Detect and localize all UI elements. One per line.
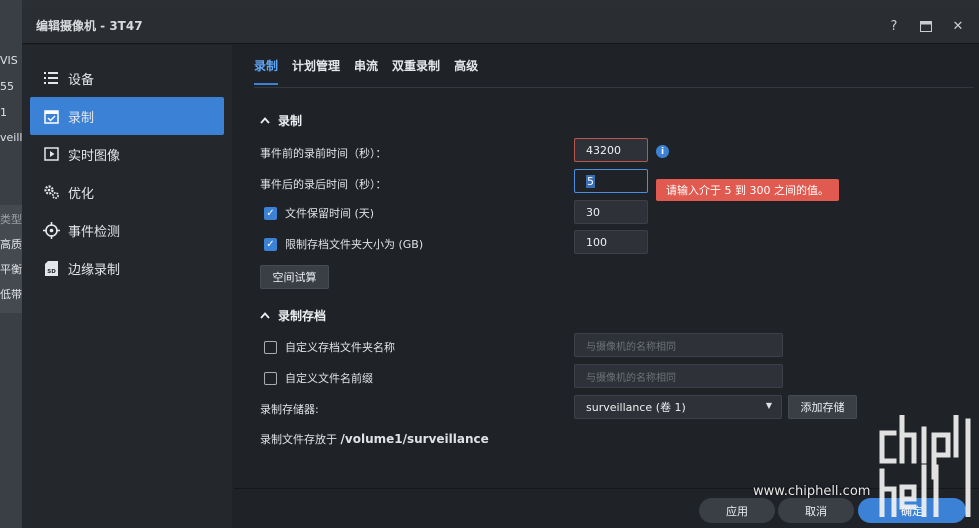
sidebar: 设备 录制 实时图像 优化 事件检测 SD 边缘录制 — [22, 45, 232, 528]
sidebar-item-label: 事件检测 — [68, 224, 121, 240]
section-title: 录制存档 — [278, 309, 327, 323]
sd-card-icon: SD — [40, 260, 62, 276]
sidebar-item-device[interactable]: 设备 — [22, 59, 232, 97]
bg-text-fragment: 1 — [0, 106, 7, 119]
custom-prefix-input[interactable]: 与摄像机的名称相同 — [574, 364, 783, 388]
sidebar-item-label: 实时图像 — [68, 148, 121, 164]
retention-label: 文件保留时间 (天) — [285, 207, 375, 220]
background-app-strip: VIS 55 1 veill 类型 高质 平衡 低带 — [0, 0, 22, 528]
tab-divider — [254, 87, 974, 88]
chevron-up-icon — [260, 117, 270, 124]
limit-size-checkbox[interactable]: ✓ — [264, 237, 277, 251]
archive-section-header[interactable]: 录制存档 — [260, 307, 326, 324]
record-section-header[interactable]: 录制 — [260, 112, 302, 129]
tab-stream[interactable]: 串流 — [354, 57, 378, 85]
section-title: 录制 — [278, 114, 303, 128]
bg-text-fragment: VIS — [0, 54, 18, 67]
limit-size-label: 限制存档文件夹大小为 (GB) — [285, 238, 424, 251]
list-icon — [40, 72, 62, 84]
sidebar-item-edge-recording[interactable]: SD 边缘录制 — [22, 249, 232, 287]
add-storage-button[interactable]: 添加存储 — [788, 395, 857, 419]
custom-prefix-label: 自定义文件名前缀 — [285, 372, 373, 385]
sidebar-item-recording[interactable]: 录制 — [30, 97, 224, 135]
sidebar-item-label: 录制 — [68, 110, 95, 126]
pre-event-value: 43200 — [586, 143, 621, 157]
custom-prefix-checkbox[interactable] — [264, 371, 277, 385]
post-event-label: 事件后的录后时间（秒）： — [260, 178, 387, 191]
space-estimate-button[interactable]: 空间试算 — [260, 265, 329, 289]
custom-folder-input[interactable]: 与摄像机的名称相同 — [574, 333, 783, 357]
chevron-up-icon — [260, 312, 270, 319]
pre-event-label: 事件前的录前时间（秒）： — [260, 147, 387, 160]
bg-text-fragment: 55 — [0, 80, 14, 93]
tab-advanced[interactable]: 高级 — [454, 57, 478, 85]
sidebar-item-label: 设备 — [68, 72, 95, 88]
tab-recording[interactable]: 录制 — [254, 57, 279, 85]
help-icon[interactable]: ? — [883, 16, 905, 36]
svg-text:SD: SD — [47, 269, 56, 275]
custom-prefix-row: 自定义文件名前缀 — [264, 370, 373, 386]
retention-row: ✓ 文件保留时间 (天) — [264, 205, 374, 221]
recording-path: 录制文件存放于 /volume1/surveillance — [260, 431, 489, 447]
pre-event-input[interactable]: 43200 — [574, 138, 648, 162]
sidebar-item-optimize[interactable]: 优化 — [22, 173, 232, 211]
info-icon[interactable]: i — [656, 145, 669, 158]
gears-icon — [40, 184, 62, 200]
dialog-title: 编辑摄像机 - 3T47 — [36, 19, 143, 33]
sidebar-item-label: 边缘录制 — [68, 262, 121, 278]
dropdown-arrow-icon: ▼ — [765, 401, 772, 410]
custom-folder-checkbox[interactable] — [264, 340, 277, 354]
close-icon[interactable]: ✕ — [947, 16, 969, 36]
custom-prefix-placeholder: 与摄像机的名称相同 — [586, 372, 676, 384]
apply-button[interactable]: 应用 — [699, 498, 775, 523]
bg-text-fragment: 高质 — [0, 238, 22, 251]
maximize-icon[interactable] — [915, 16, 937, 36]
storage-select[interactable]: surveillance (卷 1) ▼ — [574, 395, 782, 419]
play-icon — [40, 147, 62, 161]
bg-panel: 类型 高质 平衡 低带 — [0, 205, 22, 313]
sidebar-item-label: 优化 — [68, 186, 95, 202]
limit-size-row: ✓ 限制存档文件夹大小为 (GB) — [264, 236, 423, 252]
dialog-titlebar[interactable]: 编辑摄像机 - 3T47 ? ✕ — [22, 8, 979, 44]
bg-text-fragment: 低带 — [0, 288, 22, 301]
title-actions: ? ✕ — [883, 16, 969, 36]
chiphell-logo-watermark — [879, 415, 971, 517]
sidebar-item-event-detection[interactable]: 事件检测 — [22, 211, 232, 249]
post-event-input[interactable]: 5 — [574, 169, 648, 193]
limit-size-input[interactable]: 100 — [574, 230, 648, 254]
custom-folder-label: 自定义存档文件夹名称 — [285, 341, 395, 354]
main-panel: 录制 计划管理 串流 双重录制 高级 录制 事件前的录前时间（秒）： 43200… — [234, 45, 979, 488]
crosshair-icon — [40, 221, 62, 239]
sidebar-item-live-view[interactable]: 实时图像 — [22, 135, 232, 173]
post-event-value: 5 — [586, 174, 595, 188]
tab-dual-recording[interactable]: 双重录制 — [392, 57, 440, 85]
custom-folder-placeholder: 与摄像机的名称相同 — [586, 341, 676, 353]
calendar-check-icon — [40, 109, 62, 124]
bg-text-fragment: 平衡 — [0, 263, 22, 276]
storage-value: surveillance (卷 1) — [586, 401, 686, 414]
retention-input[interactable]: 30 — [574, 200, 648, 224]
bg-text-fragment: veill — [0, 131, 22, 144]
cancel-button[interactable]: 取消 — [778, 498, 854, 523]
error-tooltip: 请输入介于 5 到 300 之间的值。 — [656, 179, 839, 201]
path-label: 录制文件存放于 — [260, 433, 337, 446]
bg-text-fragment: 类型 — [0, 213, 22, 226]
watermark-text: www.chiphell.com — [753, 484, 871, 499]
edit-camera-dialog: 编辑摄像机 - 3T47 ? ✕ 设备 录制 实时图像 优化 事件检测 SD 边… — [22, 8, 979, 528]
custom-folder-row: 自定义存档文件夹名称 — [264, 339, 395, 355]
path-value: /volume1/surveillance — [340, 432, 489, 446]
tab-bar: 录制 计划管理 串流 双重录制 高级 — [254, 57, 478, 85]
retention-checkbox[interactable]: ✓ — [264, 206, 277, 220]
tab-schedule[interactable]: 计划管理 — [292, 57, 340, 85]
limit-size-value: 100 — [586, 235, 607, 249]
retention-value: 30 — [586, 205, 600, 219]
storage-label: 录制存储器: — [260, 403, 319, 416]
